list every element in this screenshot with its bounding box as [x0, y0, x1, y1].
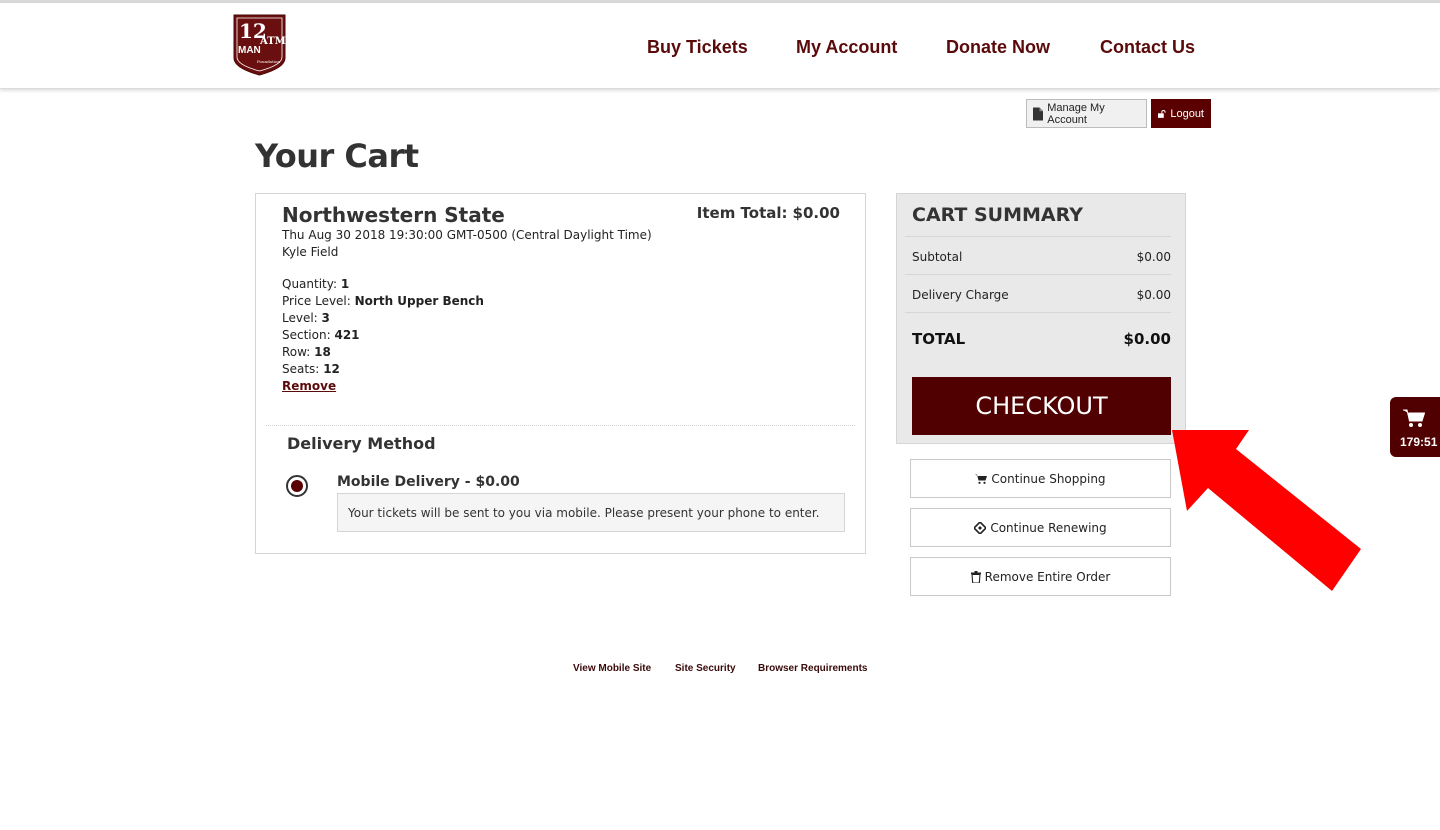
svg-text:MAN: MAN	[238, 45, 261, 56]
remove-order-button[interactable]: Remove Entire Order	[910, 557, 1171, 596]
subtotal-label: Subtotal	[912, 250, 963, 264]
summary-row-delivery: Delivery Charge $0.00	[905, 274, 1171, 312]
ticket-icon	[974, 521, 987, 534]
event-venue: Kyle Field	[282, 245, 339, 259]
cart-summary-title: CART SUMMARY	[912, 204, 1083, 226]
footer-browser-requirements[interactable]: Browser Requirements	[758, 663, 867, 674]
subtotal-value: $0.00	[1136, 250, 1171, 264]
12th-man-foundation-logo[interactable]: 12 MAN ATM Foundation	[233, 14, 286, 76]
nav-my-account[interactable]: My Account	[796, 37, 897, 58]
detail-price-level: Price Level: North Upper Bench	[282, 294, 484, 308]
unlock-icon	[1158, 109, 1166, 118]
detail-seats: Seats: 12	[282, 362, 340, 376]
total-label: TOTAL	[912, 330, 966, 348]
delivery-method-heading: Delivery Method	[287, 434, 436, 453]
page-title: Your Cart	[255, 137, 419, 175]
cart-item-card: Northwestern State Item Total: $0.00 Thu…	[255, 193, 866, 554]
site-header: 12 MAN ATM Foundation Buy Tickets My Acc…	[0, 3, 1440, 89]
item-total: Item Total: $0.00	[697, 204, 840, 222]
svg-text:ATM: ATM	[259, 36, 286, 47]
footer-view-mobile-site[interactable]: View Mobile Site	[573, 663, 651, 674]
event-datetime: Thu Aug 30 2018 19:30:00 GMT-0500 (Centr…	[282, 228, 652, 242]
shopping-cart-icon	[975, 474, 988, 484]
mobile-delivery-radio[interactable]	[286, 475, 308, 497]
mobile-delivery-label[interactable]: Mobile Delivery - $0.00	[337, 474, 520, 490]
continue-shopping-button[interactable]: Continue Shopping	[910, 459, 1171, 498]
continue-renewing-label: Continue Renewing	[990, 520, 1107, 535]
continue-shopping-label: Continue Shopping	[991, 471, 1106, 486]
continue-renewing-button[interactable]: Continue Renewing	[910, 508, 1171, 547]
document-icon	[1033, 106, 1044, 121]
manage-account-button[interactable]: Manage My Account	[1026, 99, 1147, 128]
delivery-charge-value: $0.00	[1136, 288, 1171, 302]
summary-row-subtotal: Subtotal $0.00	[905, 236, 1171, 274]
detail-quantity: Quantity: 1	[282, 277, 350, 291]
cart-timer-text: 179:51	[1400, 435, 1438, 449]
svg-text:Foundation: Foundation	[257, 59, 280, 64]
detail-level: Level: 3	[282, 311, 330, 325]
logout-label: Logout	[1170, 107, 1204, 120]
nav-contact-us[interactable]: Contact Us	[1100, 37, 1195, 58]
delivery-charge-label: Delivery Charge	[912, 288, 1009, 302]
checkout-button[interactable]: CHECKOUT	[912, 377, 1171, 435]
remove-item-link[interactable]: Remove	[282, 379, 336, 393]
footer-site-security[interactable]: Site Security	[675, 663, 736, 674]
cart-timer-widget[interactable]: 179:51	[1390, 397, 1440, 457]
total-value: $0.00	[1123, 330, 1171, 348]
nav-donate-now[interactable]: Donate Now	[946, 37, 1050, 58]
summary-row-total: TOTAL $0.00	[905, 312, 1171, 364]
cart-summary-panel: CART SUMMARY Subtotal $0.00 Delivery Cha…	[896, 193, 1186, 444]
detail-section: Section: 421	[282, 328, 360, 342]
divider	[266, 425, 855, 426]
event-name: Northwestern State	[282, 203, 505, 227]
logout-button[interactable]: Logout	[1151, 99, 1211, 128]
pointer-arrow-icon	[1172, 430, 1361, 591]
detail-row: Row: 18	[282, 345, 331, 359]
remove-order-label: Remove Entire Order	[984, 569, 1111, 584]
item-total-value: $0.00	[792, 204, 840, 222]
nav-buy-tickets[interactable]: Buy Tickets	[647, 37, 748, 58]
delivery-note: Your tickets will be sent to you via mob…	[337, 493, 845, 532]
trash-icon	[970, 570, 981, 583]
manage-account-label: Manage My Account	[1047, 101, 1105, 126]
item-total-label: Item Total:	[696, 204, 788, 222]
shopping-cart-icon	[1403, 409, 1425, 427]
